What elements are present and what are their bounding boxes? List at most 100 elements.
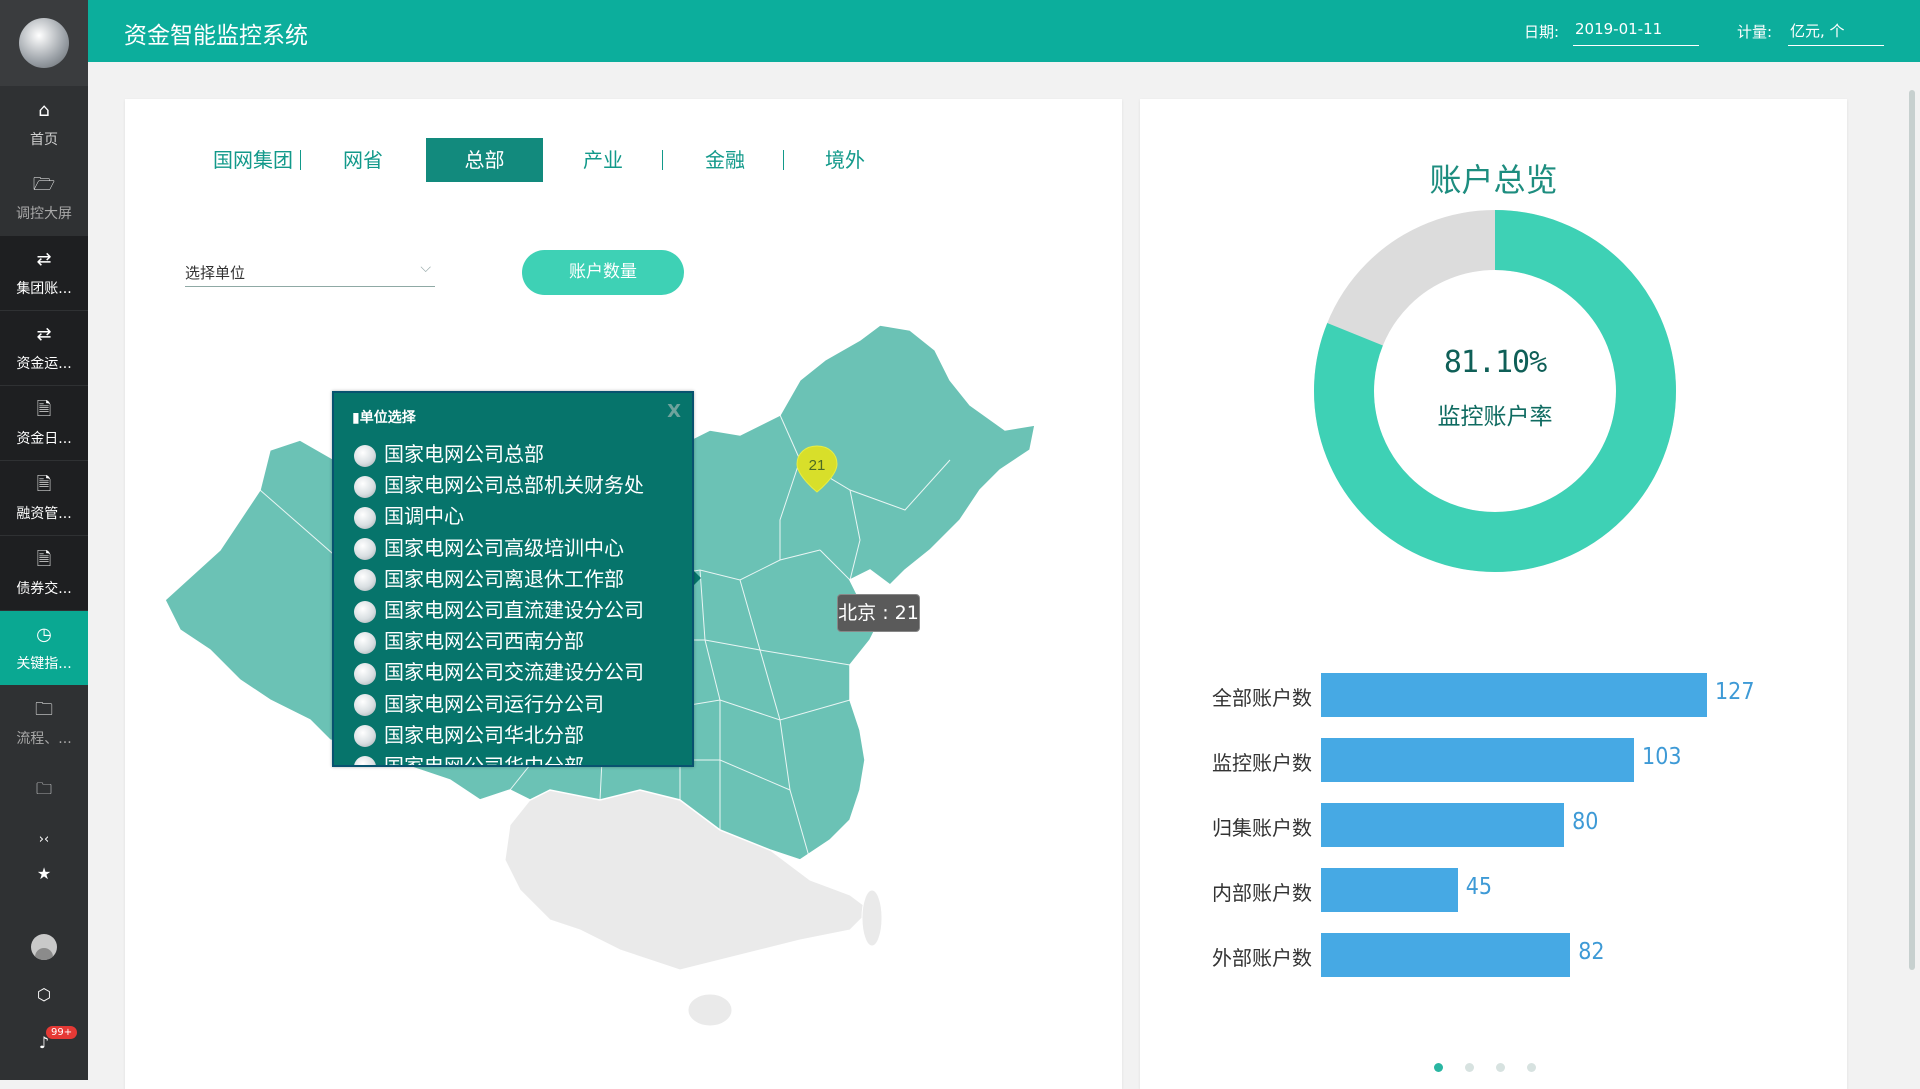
globe-icon — [354, 662, 376, 685]
popup-list-item-label: 国家电网公司运行分公司 — [384, 691, 604, 716]
date-field[interactable]: 2019-01-11 — [1573, 18, 1699, 46]
popup-list-item[interactable]: 国家电网公司直流建设分公司 — [354, 593, 682, 624]
cube-button[interactable]: ⬡ — [0, 977, 88, 1011]
overview-title: 账户总览 — [1429, 161, 1558, 199]
globe-icon — [354, 600, 376, 623]
monitor-rate-donut — [1314, 210, 1676, 572]
pagination-dot[interactable] — [1527, 1063, 1536, 1072]
popup-list-item[interactable]: 国家电网公司运行分公司 — [354, 687, 682, 718]
date-label: 日期: — [1524, 23, 1560, 41]
popup-list-item[interactable]: 国家电网公司离退休工作部 — [354, 562, 682, 593]
sidebar: ⌂ 首页 🗁 调控大屏 ⇄ 集团账... ⇄ 资金运... 🗎 资金日... 🗎… — [0, 0, 88, 1080]
sidebar-item-home[interactable]: ⌂ 首页 — [0, 87, 88, 161]
popup-title-text: 单位选择 — [359, 410, 416, 426]
cube-icon: ⬡ — [37, 984, 51, 1004]
pin-icon: ★ — [36, 863, 52, 883]
sidebar-item-label: 首页 — [30, 132, 58, 148]
bar[interactable] — [1321, 803, 1565, 847]
sidebar-item-bond[interactable]: 🗎 债券交... — [0, 536, 88, 610]
account-count-button[interactable]: 账户数量 — [522, 250, 684, 295]
money-cycle-icon: ⇄ — [36, 249, 52, 270]
document-icon: 🗎 — [36, 474, 52, 495]
unit-label: 计量: — [1737, 23, 1773, 41]
monitor-rate-value: 81.10% — [1443, 345, 1547, 380]
popup-list-item[interactable]: 国家电网公司华中分部 — [354, 749, 682, 765]
bar[interactable] — [1321, 868, 1458, 912]
collapse-toggle[interactable]: ›‹ — [0, 822, 88, 856]
document-icon: 🗎 — [36, 549, 52, 570]
tab-finance[interactable]: 金融 — [680, 138, 770, 182]
globe-icon — [354, 444, 376, 467]
bar[interactable] — [1321, 673, 1707, 717]
globe-icon — [354, 506, 376, 529]
money-cycle-icon: ⇄ — [36, 324, 52, 345]
marker-value: 21 — [809, 457, 826, 474]
globe-icon — [354, 725, 376, 748]
map-region-taiwan[interactable] — [861, 889, 883, 947]
document-icon: 🗎 — [36, 399, 52, 420]
popup-list-item-label: 国家电网公司华北分部 — [384, 722, 584, 747]
sidebar-item-label: 资金日... — [16, 431, 72, 447]
tab-provincial[interactable]: 网省 — [318, 138, 408, 182]
sidebar-item-group-account[interactable]: ⇄ 集团账... — [0, 236, 88, 310]
bar-category-label: 内部账户数 — [1212, 881, 1312, 905]
notification-badge: 99+ — [46, 1026, 78, 1039]
globe-icon — [354, 756, 376, 765]
sidebar-item-financing[interactable]: 🗎 融资管... — [0, 461, 88, 535]
comment-icon: ▮ — [352, 410, 360, 426]
globe-icon — [354, 631, 376, 654]
bar-value-label: 82 — [1578, 939, 1605, 965]
sidebar-item-label: 融资管... — [16, 506, 72, 522]
globe-icon — [354, 694, 376, 717]
folder-open-icon: 🗁 — [32, 174, 56, 195]
bar-category-label: 归集账户数 — [1212, 816, 1312, 840]
popup-list-item[interactable]: 国调中心 — [354, 499, 682, 530]
sidebar-item-fund-daily[interactable]: 🗎 资金日... — [0, 386, 88, 460]
tab-industry[interactable]: 产业 — [558, 138, 648, 182]
bar-category-label: 监控账户数 — [1212, 751, 1312, 775]
tab-overseas[interactable]: 境外 — [800, 138, 890, 182]
sidebar-item-folder[interactable]: 🗀 — [0, 774, 88, 808]
popup-list-item[interactable]: 国家电网公司华北分部 — [354, 718, 682, 749]
popup-list-item-label: 国调中心 — [384, 504, 464, 529]
tab-state-grid-group[interactable]: 国网集团 — [198, 138, 308, 182]
popup-list-item-label: 国家电网公司西南分部 — [384, 629, 584, 654]
unit-field[interactable]: 亿元, 个 — [1788, 18, 1884, 46]
pagination-dot[interactable] — [1496, 1063, 1505, 1072]
sidebar-item-fund-ops[interactable]: ⇄ 资金运... — [0, 311, 88, 385]
scrollbar[interactable] — [1909, 90, 1915, 970]
unit-select-popup: ▮单位选择 X 国家电网公司总部 国家电网公司总部机关财务处国调中心 国家电网公司高… — [332, 391, 694, 767]
sidebar-item-key-indicators[interactable]: ◷ 关键指... — [0, 611, 88, 685]
pin-button[interactable]: ★ — [0, 856, 88, 890]
popup-list-item-label: 国家电网公司交流建设分公司 — [384, 660, 644, 685]
bar[interactable] — [1321, 933, 1571, 977]
unit-select[interactable]: 选择单位 ⌵ — [185, 260, 435, 287]
bar-category-label: 全部账户数 — [1212, 686, 1312, 710]
map-tooltip: 北京 : 21 — [837, 594, 920, 632]
sidebar-item-label: 资金运... — [16, 356, 72, 372]
pagination-dot[interactable] — [1434, 1063, 1443, 1072]
home-icon: ⌂ — [38, 100, 50, 121]
sidebar-item-label: 调控大屏 — [16, 206, 72, 222]
sidebar-item-label: 债券交... — [16, 581, 72, 597]
popup-list-item[interactable]: 国家电网公司交流建设分公司 — [354, 655, 682, 686]
popup-list-item[interactable]: 国家电网公司高级培训中心 — [354, 531, 682, 562]
bar[interactable] — [1321, 738, 1635, 782]
close-button[interactable]: X — [667, 401, 681, 422]
avatar[interactable] — [31, 934, 57, 960]
popup-list: 国家电网公司总部 国家电网公司总部机关财务处 国调中心 国家电网公司高级培训中心 国家电… — [354, 437, 682, 765]
sidebar-item-process[interactable]: 🗀 流程、... — [0, 686, 88, 760]
folder-icon: 🗀 — [35, 778, 52, 798]
user-icon — [35, 948, 53, 960]
popup-list-item[interactable]: 国家电网公司总部机关财务处 — [354, 468, 682, 499]
tab-headquarters[interactable]: 总部 — [426, 138, 543, 182]
map-region-hainan[interactable] — [687, 993, 733, 1027]
globe-icon — [354, 569, 376, 592]
pagination-dot[interactable] — [1465, 1063, 1474, 1072]
chevron-down-icon: ⌵ — [420, 260, 431, 276]
tab-divider — [300, 150, 301, 170]
sidebar-item-label: 关键指... — [16, 656, 72, 672]
popup-list-item[interactable]: 国家电网公司西南分部 — [354, 624, 682, 655]
sidebar-item-big-screen[interactable]: 🗁 调控大屏 — [0, 161, 88, 235]
popup-list-item[interactable]: 国家电网公司总部 — [354, 437, 682, 468]
